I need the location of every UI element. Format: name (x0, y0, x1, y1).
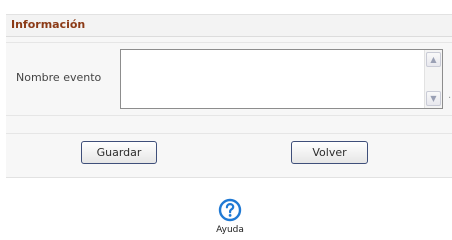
help-link[interactable]: Ayuda (207, 198, 253, 235)
question-circle-icon[interactable] (218, 198, 242, 222)
save-button[interactable]: Guardar (81, 141, 157, 164)
textarea-scrollbar[interactable]: ▲ ▼ (424, 50, 442, 108)
help-label[interactable]: Ayuda (207, 225, 253, 235)
row-divider (6, 42, 452, 43)
section-header: Información (6, 15, 452, 37)
scroll-down-icon[interactable]: ▼ (426, 91, 441, 106)
scroll-up-icon[interactable]: ▲ (426, 52, 441, 67)
cut-off-marker: · (448, 93, 452, 104)
information-panel: Información Nombre evento ▲ ▼ · Guardar … (6, 14, 452, 178)
event-name-textarea[interactable]: ▲ ▼ (120, 49, 443, 109)
row-divider (6, 115, 452, 116)
event-name-label: Nombre evento (16, 71, 102, 84)
section-title: Información (11, 18, 86, 31)
row-divider (6, 133, 452, 134)
back-button[interactable]: Volver (291, 141, 368, 164)
